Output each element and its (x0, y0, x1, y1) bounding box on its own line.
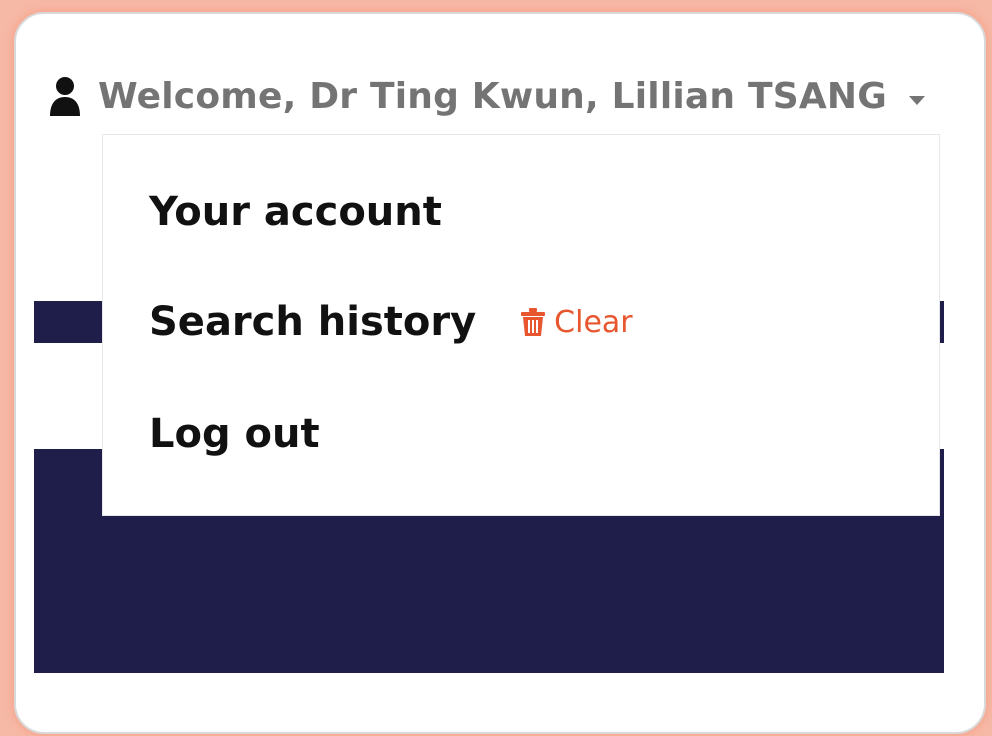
caret-down-icon (909, 91, 925, 105)
clear-history-link[interactable]: Clear (520, 304, 633, 340)
menu-item-label: Log out (149, 411, 320, 457)
trash-icon (520, 307, 546, 337)
screenshot-frame: Welcome, Dr Ting Kwun, Lillian TSANG You… (14, 12, 986, 734)
user-icon (48, 76, 82, 116)
menu-item-search-history[interactable]: Search history Clear (149, 297, 633, 347)
welcome-text: Welcome, Dr Ting Kwun, Lillian TSANG (98, 75, 887, 117)
user-menu-toggle[interactable]: Welcome, Dr Ting Kwun, Lillian TSANG (48, 72, 925, 120)
menu-item-your-account[interactable]: Your account (149, 187, 442, 237)
user-dropdown-menu: Your account Search history Clear Log ou… (102, 134, 940, 516)
menu-item-log-out[interactable]: Log out (149, 409, 320, 459)
menu-item-label: Search history (149, 299, 477, 345)
menu-item-label: Your account (149, 189, 442, 235)
clear-label: Clear (554, 304, 633, 340)
